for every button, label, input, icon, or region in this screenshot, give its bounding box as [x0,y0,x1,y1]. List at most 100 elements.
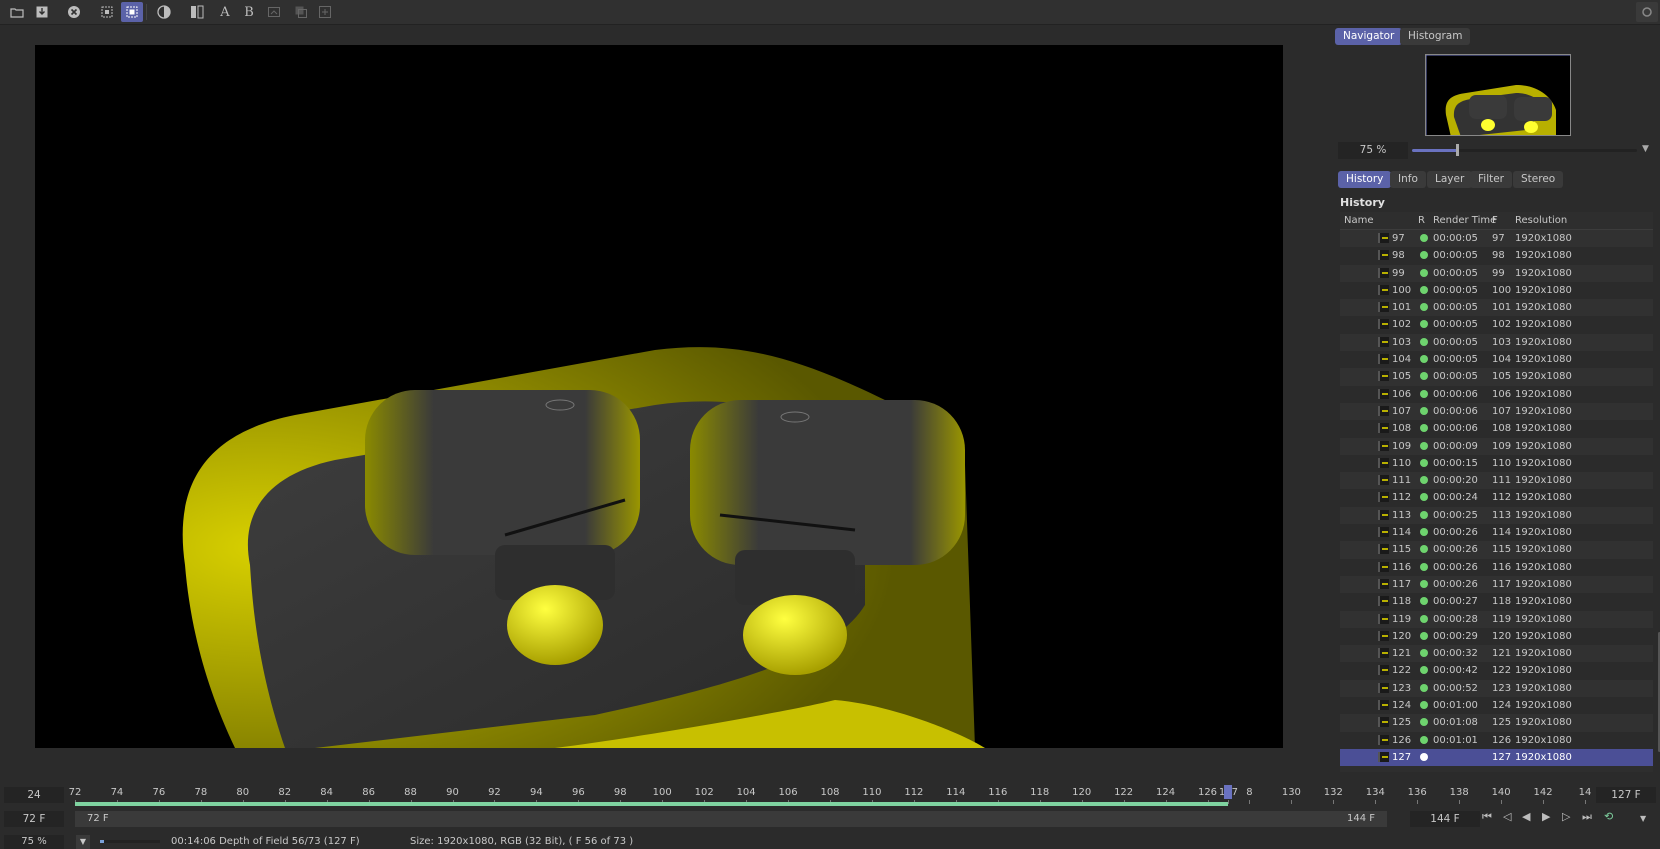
play-icon[interactable]: ▶ [1542,810,1550,823]
history-row[interactable]: 111 00:00:20 111 1920x1080 [1340,472,1653,490]
history-row-frame: 125 [1492,717,1512,729]
render-status-icon [1420,614,1428,623]
history-row[interactable]: 116 00:00:26 116 1920x1080 [1340,558,1653,576]
timeline-tick-label: 78 [194,787,208,798]
history-row[interactable]: 122 00:00:42 122 1920x1080 [1340,662,1653,680]
timeline-tick-label: 86 [362,787,375,798]
history-row-frame: 120 [1492,630,1512,642]
history-row[interactable]: 114 00:00:26 114 1920x1080 [1340,524,1653,542]
render-status-icon [1420,458,1428,467]
history-row[interactable]: 117 00:00:26 117 1920x1080 [1340,575,1653,594]
history-row[interactable]: 127 127 1920x1080 [1340,748,1653,767]
column-render-time[interactable]: Render Time [1433,215,1496,226]
render-status-icon [1420,441,1428,450]
tab-navigator[interactable]: Navigator [1335,28,1403,45]
column-resolution[interactable]: Resolution [1515,215,1567,226]
chevron-down-icon[interactable]: ▼ [1640,814,1646,823]
folder-open-icon[interactable] [6,2,28,22]
history-row-resolution: 1920x1080 [1515,630,1572,642]
history-row[interactable]: 109 00:00:09 109 1920x1080 [1340,437,1653,455]
timeline-tick-label: 126 [1197,787,1218,798]
history-row[interactable]: 103 00:00:05 103 1920x1080 [1340,333,1653,352]
history-row[interactable]: 124 00:01:00 124 1920x1080 [1340,697,1653,715]
history-row[interactable]: 120 00:00:29 120 1920x1080 [1340,627,1653,646]
fit-icon[interactable] [314,2,336,22]
tab-filter[interactable]: Filter [1470,171,1513,188]
status-zoom-field[interactable]: 75 % [4,835,64,849]
column-frame[interactable]: F [1492,215,1498,226]
navigator-zoom-field[interactable]: 75 % [1338,142,1408,159]
region-render-icon[interactable] [96,2,118,22]
history-row-name: 112 [1392,492,1412,504]
history-row[interactable]: 123 00:00:52 123 1920x1080 [1340,679,1653,698]
history-row[interactable]: 121 00:00:32 121 1920x1080 [1340,645,1653,663]
navigator-zoom-slider[interactable] [1412,144,1637,156]
timeline-tick-label: 130 [1281,787,1301,798]
timeline-tick [1228,800,1230,804]
start-frame-field[interactable]: 72 F [4,811,64,827]
timeline-ruler[interactable]: 72 74 76 78 80 82 84 86 88 90 92 94 96 98 100 102 104 106… [69,783,1591,804]
tab-layer[interactable]: Layer [1427,171,1473,188]
interactive-region-icon[interactable] [121,2,143,22]
history-row-resolution: 1920x1080 [1515,578,1572,590]
fps-field[interactable]: 24 [4,787,64,803]
history-row[interactable]: 98 00:00:05 98 1920x1080 [1340,247,1653,265]
history-row[interactable]: 102 00:00:05 102 1920x1080 [1340,316,1653,334]
settings-icon[interactable] [1636,2,1658,22]
history-row[interactable]: 115 00:00:26 115 1920x1080 [1340,541,1653,559]
chevron-down-icon[interactable]: ▼ [76,835,90,849]
zoom-slider-handle[interactable] [1456,144,1459,156]
history-row[interactable]: 104 00:00:05 104 1920x1080 [1340,351,1653,369]
history-row[interactable]: 105 00:00:05 105 1920x1080 [1340,368,1653,386]
column-r[interactable]: R [1418,215,1425,226]
end-frame-field[interactable]: 144 F [1410,811,1480,827]
step-back-icon[interactable]: ◁ [1503,810,1511,823]
history-row[interactable]: 112 00:00:24 112 1920x1080 [1340,489,1653,507]
b-button[interactable]: B [238,2,260,22]
contrast-icon[interactable] [153,2,175,22]
history-row[interactable]: 106 00:00:06 106 1920x1080 [1340,385,1653,403]
history-row-frame: 97 [1492,233,1505,244]
history-row[interactable]: 118 00:00:27 118 1920x1080 [1340,593,1653,611]
current-frame-field[interactable]: 127 F [1596,787,1656,803]
timeline-tick-label: 92 [488,787,501,798]
navigator-thumbnail[interactable] [1425,54,1571,136]
close-icon[interactable] [63,2,85,22]
render-status-icon [1420,406,1428,415]
history-row[interactable]: 110 00:00:15 110 1920x1080 [1340,454,1653,473]
tab-stereo[interactable]: Stereo [1513,171,1564,188]
history-row[interactable]: 97 00:00:05 97 1920x1080 [1340,230,1653,248]
skip-to-end-icon[interactable]: ⏭ [1582,810,1592,824]
thumbnail-icon [1378,423,1389,434]
render-viewport[interactable] [35,45,1283,748]
loop-icon[interactable]: ⟲ [1604,810,1613,823]
a-button[interactable]: A [214,2,236,22]
tab-history[interactable]: History [1338,171,1392,188]
frame-range-bar[interactable]: 72 F 144 F [75,811,1387,827]
skip-to-start-icon[interactable]: ⏮ [1482,810,1492,824]
compare-split-icon[interactable] [263,2,285,22]
history-row[interactable]: 108 00:00:06 108 1920x1080 [1340,420,1653,438]
history-row[interactable]: 125 00:01:08 125 1920x1080 [1340,714,1653,732]
save-icon[interactable] [31,2,53,22]
history-row[interactable]: 100 00:00:05 100 1920x1080 [1340,281,1653,300]
tab-info[interactable]: Info [1390,171,1426,188]
layers-icon[interactable] [290,2,312,22]
history-row[interactable]: 107 00:00:06 107 1920x1080 [1340,402,1653,421]
step-forward-icon[interactable]: ▷ [1562,810,1570,823]
history-row[interactable]: 101 00:00:05 101 1920x1080 [1340,299,1653,317]
chevron-down-icon[interactable]: ▼ [1642,144,1649,154]
column-name[interactable]: Name [1344,215,1374,226]
history-row-name: 120 [1392,630,1412,642]
play-reverse-icon[interactable]: ◀ [1522,810,1530,823]
ab-compare-icon[interactable] [186,2,208,22]
render-status-icon [1420,666,1428,675]
history-row[interactable]: 119 00:00:28 119 1920x1080 [1340,610,1653,628]
history-row-frame: 107 [1492,405,1512,417]
playhead[interactable] [1224,785,1233,799]
tab-histogram[interactable]: Histogram [1400,28,1471,45]
history-row[interactable]: 99 00:00:05 99 1920x1080 [1340,264,1653,282]
history-row-frame: 121 [1492,648,1512,660]
history-row[interactable]: 113 00:00:25 113 1920x1080 [1340,506,1653,525]
history-row[interactable]: 126 00:01:01 126 1920x1080 [1340,731,1653,749]
